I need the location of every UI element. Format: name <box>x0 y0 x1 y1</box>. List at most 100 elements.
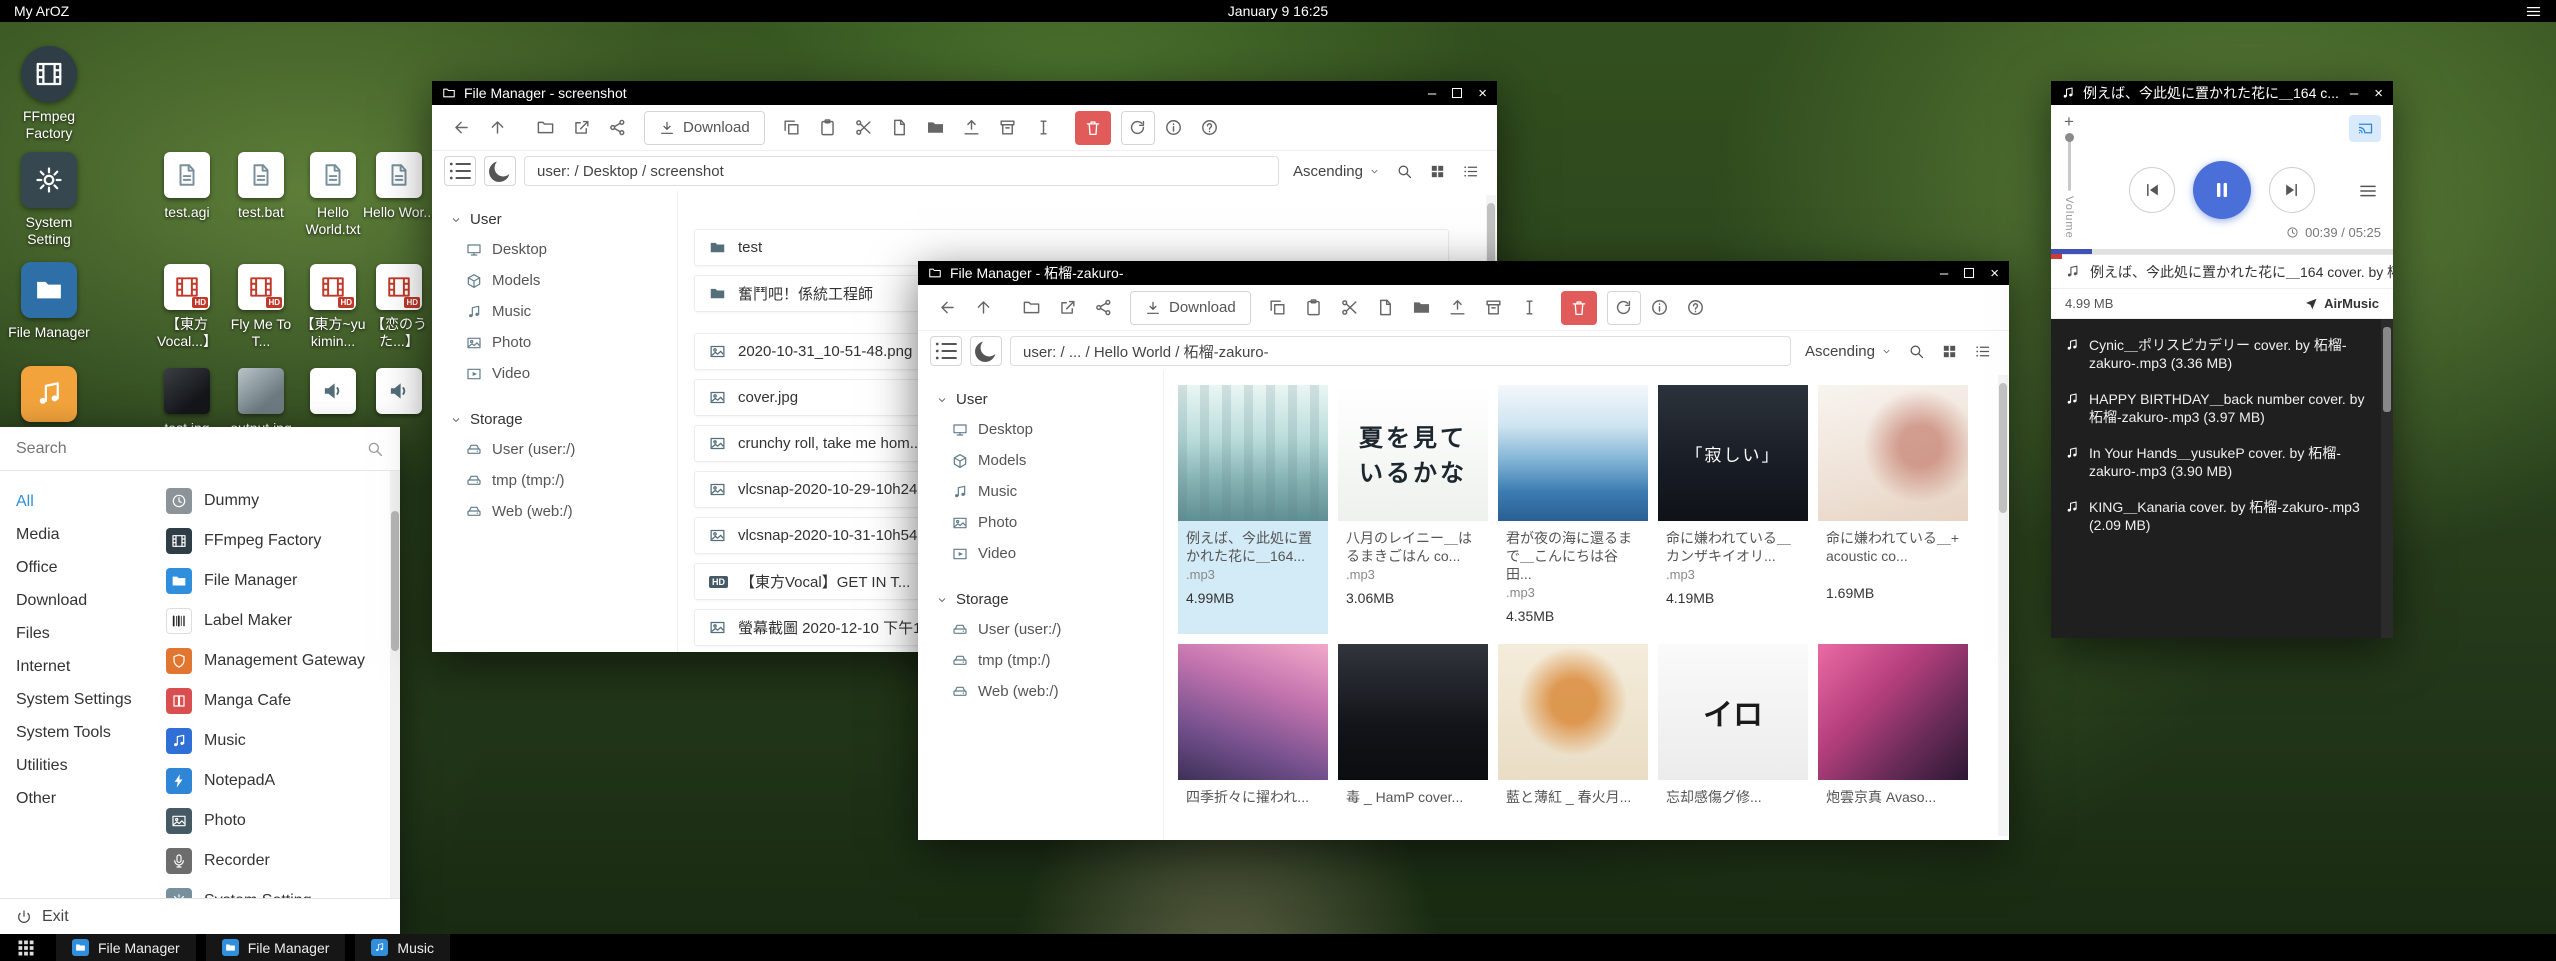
player-menu-button[interactable] <box>2358 181 2378 201</box>
file-tile[interactable]: 命に嫌われている＿+ acoustic co...1.69MB <box>1818 385 1968 634</box>
app-item-system-setting[interactable]: System Setting <box>158 881 400 898</box>
desktop-icon-ffmpeg-factory[interactable]: FFmpeg Factory <box>3 46 95 142</box>
sidebar-item-video[interactable]: Video <box>432 358 677 389</box>
new-file-button[interactable] <box>1369 291 1403 325</box>
sidebar-item-tmp-drive[interactable]: tmp (tmp:/) <box>918 645 1163 676</box>
category-other[interactable]: Other <box>0 782 158 815</box>
cut-button[interactable] <box>1333 291 1367 325</box>
scrollbar-thumb[interactable] <box>391 511 399 651</box>
file-tile-selected[interactable]: 例えば、今此処に置かれた花に＿164....mp34.99MB <box>1178 385 1328 634</box>
archive-button[interactable] <box>1477 291 1511 325</box>
list-view-button[interactable] <box>1462 163 1479 180</box>
taskbar-item-file-manager-2[interactable]: File Manager <box>206 934 346 961</box>
previous-button[interactable] <box>2129 167 2175 213</box>
search-input[interactable] <box>16 440 356 458</box>
open-in-new-button[interactable] <box>564 111 598 145</box>
share-button[interactable] <box>600 111 634 145</box>
app-item-management-gateway[interactable]: Management Gateway <box>158 641 400 681</box>
sidebar-item-models[interactable]: Models <box>918 445 1163 476</box>
up-button[interactable] <box>966 291 1000 325</box>
new-folder-button[interactable] <box>919 111 953 145</box>
theme-toggle[interactable] <box>484 156 516 186</box>
next-button[interactable] <box>2269 167 2315 213</box>
file-tile[interactable]: 君が夜の海に還るまで＿こんにちは谷田....mp34.35MB <box>1498 385 1648 634</box>
file-tile[interactable]: 毒 _ HamP cover... <box>1338 644 1488 816</box>
pause-button[interactable] <box>2193 161 2251 219</box>
app-item-music[interactable]: Music <box>158 721 400 761</box>
volume-slider[interactable] <box>2068 135 2071 191</box>
refresh-button[interactable] <box>1121 111 1155 145</box>
delete-button[interactable] <box>1075 111 1111 145</box>
share-button[interactable] <box>1086 291 1120 325</box>
airmusic-badge[interactable]: AirMusic <box>2304 296 2379 311</box>
sidebar-item-models[interactable]: Models <box>432 265 677 296</box>
desktop-icon-system-setting[interactable]: System Setting <box>3 152 95 248</box>
app-item-notepada[interactable]: NotepadA <box>158 761 400 801</box>
cast-button[interactable] <box>2349 115 2381 142</box>
properties-button[interactable] <box>1643 291 1677 325</box>
open-in-new-button[interactable] <box>1050 291 1084 325</box>
sidebar-item-video[interactable]: Video <box>918 538 1163 569</box>
desktop-video-1[interactable]: HD 【東方Vocal...】 <box>147 264 227 350</box>
sidebar-item-desktop[interactable]: Desktop <box>432 234 677 265</box>
title-bar[interactable]: File Manager - 柘榴-zakuro- – × <box>918 261 2009 285</box>
rename-button[interactable] <box>1513 291 1547 325</box>
close-button[interactable]: × <box>1478 86 1487 101</box>
app-item-photo[interactable]: Photo <box>158 801 400 841</box>
grid-view-button[interactable] <box>1429 163 1446 180</box>
theme-toggle[interactable] <box>970 336 1002 366</box>
sidebar-item-photo[interactable]: Photo <box>432 327 677 358</box>
app-item-ffmpeg-factory[interactable]: FFmpeg Factory <box>158 521 400 561</box>
category-download[interactable]: Download <box>0 584 158 617</box>
sidebar-item-music[interactable]: Music <box>918 476 1163 507</box>
title-bar[interactable]: File Manager - screenshot – × <box>432 81 1497 105</box>
category-all[interactable]: All <box>0 485 158 518</box>
sort-dropdown[interactable]: Ascending <box>1805 343 1892 360</box>
copy-button[interactable] <box>1261 291 1295 325</box>
app-item-dummy[interactable]: Dummy <box>158 481 400 521</box>
aroz-menu-button[interactable]: My ArOZ <box>14 3 69 19</box>
search-icon[interactable] <box>366 440 384 458</box>
rename-button[interactable] <box>1027 111 1061 145</box>
desktop-file-test-bat[interactable]: test.bat <box>221 152 301 221</box>
new-file-button[interactable] <box>883 111 917 145</box>
open-button[interactable] <box>528 111 562 145</box>
category-internet[interactable]: Internet <box>0 650 158 683</box>
breadcrumb[interactable]: user: / Desktop / screenshot <box>524 156 1279 186</box>
search-button[interactable] <box>1396 163 1413 180</box>
list-view-button[interactable] <box>1974 343 1991 360</box>
properties-button[interactable] <box>1157 111 1191 145</box>
category-system-tools[interactable]: System Tools <box>0 716 158 749</box>
sidebar-section-user[interactable]: User <box>432 205 677 234</box>
back-button[interactable] <box>930 291 964 325</box>
file-tile[interactable]: 四季折々に擢われ... <box>1178 644 1328 816</box>
file-tile[interactable]: イロ 忘却感傷グ修... <box>1658 644 1808 816</box>
playlist-scrollbar[interactable] <box>2381 319 2393 638</box>
close-button[interactable]: × <box>2374 86 2383 101</box>
now-playing-row[interactable]: 例えば、今此処に置かれた花に＿164 cover. by 柘.. <box>2051 255 2393 289</box>
sidebar-item-tmp-drive[interactable]: tmp (tmp:/) <box>432 465 677 496</box>
sidebar-item-user-drive[interactable]: User (user:/) <box>432 434 677 465</box>
scrollbar-thumb[interactable] <box>1999 383 2007 513</box>
sidebar-item-desktop[interactable]: Desktop <box>918 414 1163 445</box>
sidebar-item-music[interactable]: Music <box>432 296 677 327</box>
playlist-item[interactable]: In Your Hands＿yusukeP cover. by 柘榴-zakur… <box>2051 435 2393 489</box>
playlist-item[interactable]: KING＿Kanaria cover. by 柘榴-zakuro-.mp3 (2… <box>2051 489 2393 543</box>
file-tile[interactable]: 「寂しい」 命に嫌われている＿カンザキイオリ....mp34.19MB <box>1658 385 1808 634</box>
volume-control[interactable]: + Volume <box>2063 113 2075 239</box>
sidebar-section-storage[interactable]: Storage <box>432 405 677 434</box>
category-media[interactable]: Media <box>0 518 158 551</box>
topbar-menu-icon[interactable] <box>2525 3 2542 20</box>
music-player-window[interactable]: 例えば、今此処に置かれた花に＿164 c... – × + Volume 00:… <box>2051 81 2393 638</box>
desktop-icon-file-manager[interactable]: File Manager <box>3 262 95 341</box>
progress-bar[interactable] <box>2051 249 2393 254</box>
new-folder-button[interactable] <box>1405 291 1439 325</box>
paste-button[interactable] <box>1297 291 1331 325</box>
maximize-button[interactable] <box>1964 268 1974 278</box>
playlist-item[interactable]: HAPPY BIRTHDAY＿back number cover. by柘榴-z… <box>2051 381 2393 435</box>
sidebar-section-storage[interactable]: Storage <box>918 585 1163 614</box>
upload-button[interactable] <box>1441 291 1475 325</box>
minimize-button[interactable]: – <box>1428 86 1436 101</box>
desktop-video-2[interactable]: HD Fly Me To T... <box>221 264 301 350</box>
playlist-item[interactable]: Cynic＿ポリスピカデリー cover. by 柘榴-zakuro-.mp3 … <box>2051 327 2393 381</box>
